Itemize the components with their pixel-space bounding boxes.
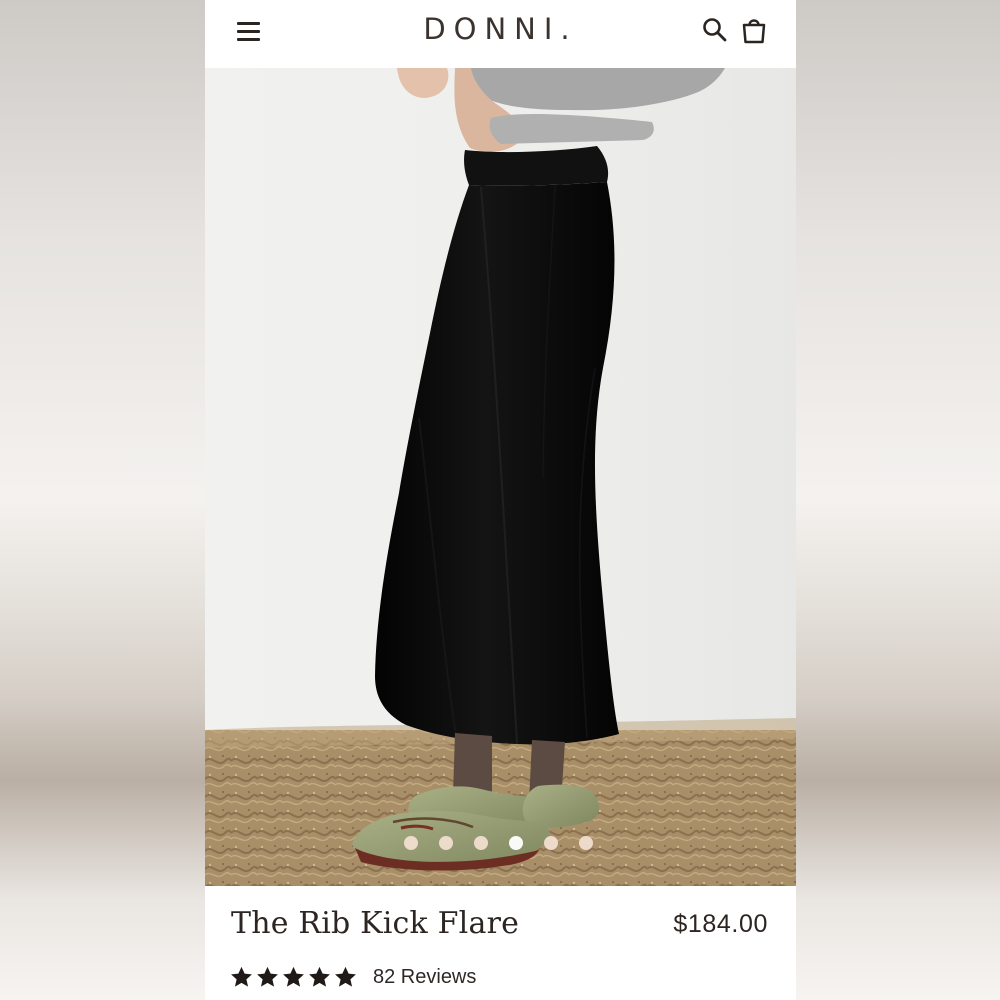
- star-icon: [257, 966, 278, 987]
- carousel-indicators: [404, 836, 593, 850]
- search-button[interactable]: [701, 16, 729, 44]
- mobile-product-page: DONNI. The Rib Kick Flare $184.00 82 Rev…: [205, 0, 796, 1000]
- product-image[interactable]: [205, 68, 796, 886]
- carousel-dot[interactable]: [474, 836, 488, 850]
- carousel-dot[interactable]: [544, 836, 558, 850]
- star-icon: [335, 966, 356, 987]
- star-icon: [309, 966, 330, 987]
- background-blur-right: [795, 0, 1000, 1000]
- product-photo: [205, 68, 796, 886]
- star-icon: [231, 966, 252, 987]
- carousel-dot[interactable]: [439, 836, 453, 850]
- rating-stars: [229, 964, 358, 990]
- reviews-link[interactable]: 82 Reviews: [373, 966, 476, 989]
- star-icon: [283, 966, 304, 987]
- shopping-bag-icon: [742, 19, 766, 44]
- carousel-dot-active[interactable]: [509, 836, 523, 850]
- product-info: The Rib Kick Flare $184.00 82 Reviews: [205, 886, 796, 1000]
- cart-button[interactable]: [739, 15, 769, 45]
- product-price: $184.00: [673, 910, 768, 938]
- site-header: DONNI.: [205, 0, 796, 68]
- carousel-dot[interactable]: [404, 836, 418, 850]
- product-title: The Rib Kick Flare: [231, 906, 520, 941]
- carousel-dot[interactable]: [579, 836, 593, 850]
- background-blur-left: [0, 0, 205, 1000]
- search-icon: [703, 18, 727, 42]
- product-rating[interactable]: 82 Reviews: [229, 964, 476, 990]
